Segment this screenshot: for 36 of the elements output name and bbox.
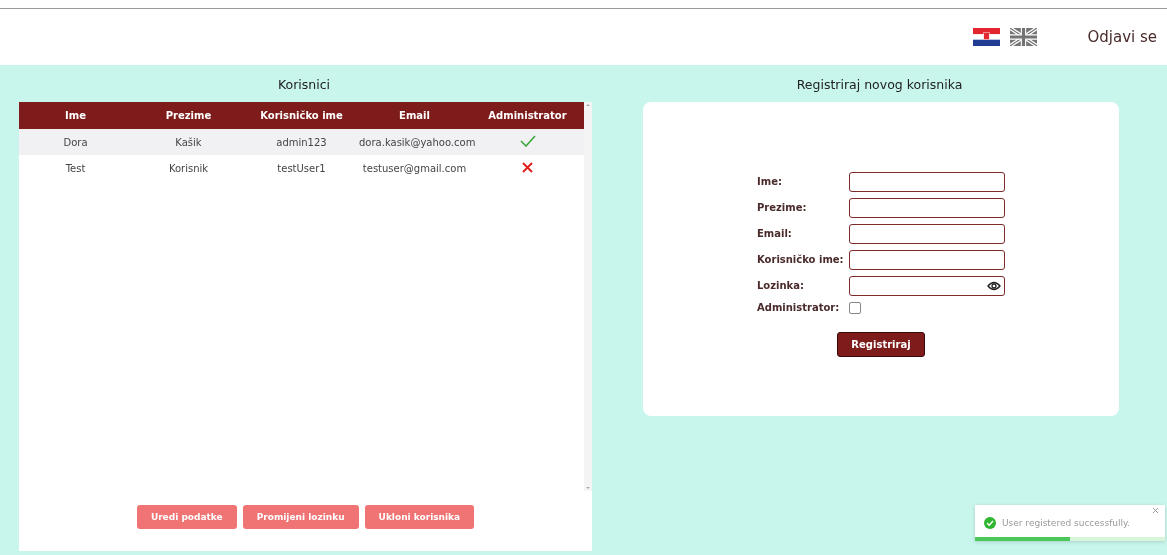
column-header: Korisničko ime [245, 102, 358, 129]
input-field[interactable] [849, 249, 1005, 270]
croatian-flag-icon[interactable] [973, 28, 1001, 46]
field-label: Ime: [757, 176, 783, 187]
field-label: Lozinka: [757, 280, 805, 291]
register-button[interactable]: Registriraj [837, 331, 925, 357]
column-header: Ime [19, 102, 132, 129]
column-header: Prezime [132, 102, 245, 129]
british-flag-icon[interactable] [1010, 28, 1038, 46]
close-icon[interactable] [1152, 507, 1159, 514]
table-cell: Test [19, 155, 132, 181]
table-row[interactable]: Test Korisnik testUser1 testuser@gmail.com [19, 155, 584, 181]
column-header: Administrator [471, 102, 584, 129]
password-field[interactable] [849, 275, 1005, 296]
table-cell: admin123 [245, 129, 358, 155]
toast-message: User registered successfully. [1002, 518, 1130, 528]
input-field[interactable] [849, 197, 1005, 218]
table-cell: Korisnik [132, 155, 245, 181]
eye-icon[interactable] [987, 280, 1001, 291]
checkbox[interactable] [849, 301, 861, 314]
input-field[interactable] [849, 223, 1005, 244]
table-cell: testUser1 [245, 155, 358, 181]
field-label: Korisničko ime: [757, 254, 845, 265]
table-cell: testuser@gmail.com [358, 155, 471, 181]
input-field[interactable] [849, 171, 1005, 192]
panel-title: Korisnici [276, 76, 332, 94]
field-label: Administrator: [757, 302, 841, 313]
success-icon [984, 517, 996, 529]
panel-title: Registriraj novog korisnika [795, 76, 964, 94]
table-cell: Kašik [132, 129, 245, 155]
field-label: Email: [757, 228, 793, 239]
logout-link[interactable]: Odjavi se [1087, 28, 1157, 46]
field-label: Prezime: [757, 202, 808, 213]
table-row[interactable]: Dora Kašik admin123 dora.kasik@yahoo.com [19, 129, 584, 155]
table-cell: Dora [19, 129, 132, 155]
column-header: Email [358, 102, 471, 129]
